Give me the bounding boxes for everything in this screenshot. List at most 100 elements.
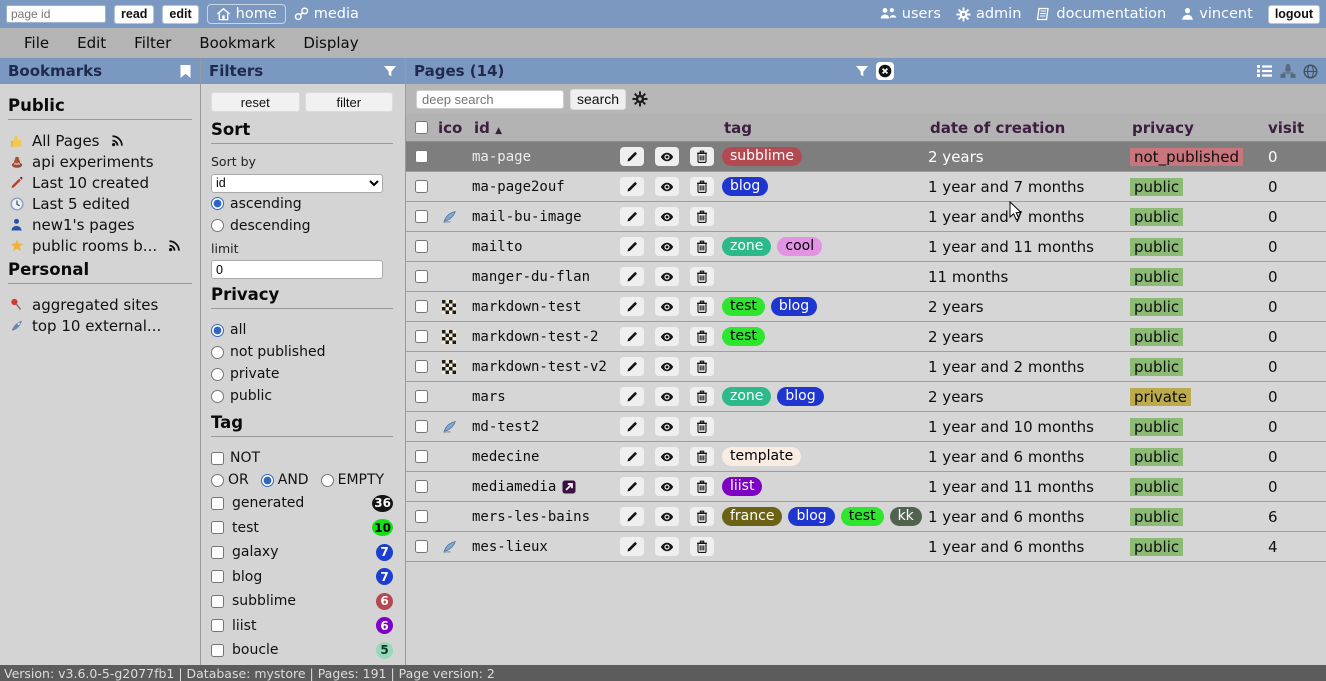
row-select-checkbox[interactable] <box>414 420 428 433</box>
page-id[interactable]: mers-les-bains <box>472 509 620 525</box>
tag-checkbox[interactable] <box>211 545 224 559</box>
tag-pill[interactable]: test <box>722 327 765 346</box>
users-link[interactable]: users <box>880 6 941 22</box>
tag-filter-galaxy[interactable]: galaxy 7 <box>211 540 393 565</box>
edit-page-button[interactable] <box>620 237 644 256</box>
tag-pill[interactable]: zone <box>722 387 772 406</box>
view-page-button[interactable] <box>655 387 679 406</box>
privacy-radio[interactable] <box>211 345 224 359</box>
pages-filter-icon[interactable] <box>855 65 869 78</box>
col-visit[interactable]: visit <box>1266 119 1326 137</box>
limit-input[interactable] <box>211 260 383 279</box>
edit-page-button[interactable] <box>620 297 644 316</box>
edit-page-button[interactable] <box>620 207 644 226</box>
tag-logic-radio[interactable] <box>260 473 274 487</box>
bookmark-item[interactable]: top 10 external... <box>8 315 192 336</box>
page-id-input[interactable] <box>6 5 106 23</box>
row-select-checkbox[interactable] <box>414 330 428 343</box>
menu-filter[interactable]: Filter <box>120 34 185 52</box>
tag-pill[interactable]: blog <box>722 177 769 196</box>
row-select-checkbox[interactable] <box>414 450 428 463</box>
page-id[interactable]: markdown-test-v2 <box>472 359 620 375</box>
privacy-radio[interactable] <box>211 389 224 403</box>
tag-filter-subblime[interactable]: subblime 6 <box>211 589 393 614</box>
clear-filter-button[interactable] <box>875 62 894 80</box>
view-page-button[interactable] <box>655 147 679 166</box>
tag-pill[interactable]: template <box>722 447 802 466</box>
tag-pill[interactable]: test <box>722 297 765 316</box>
reset-button[interactable]: reset <box>211 92 300 112</box>
edit-page-button[interactable] <box>620 477 644 496</box>
bookmark-item[interactable]: aggregated sites <box>8 294 192 315</box>
delete-page-button[interactable] <box>690 387 714 406</box>
view-page-button[interactable] <box>655 477 679 496</box>
bookmark-item[interactable]: Last 5 edited <box>8 193 192 214</box>
sort-order-radio[interactable] <box>211 197 224 210</box>
view-page-button[interactable] <box>655 357 679 376</box>
edit-page-button[interactable] <box>620 357 644 376</box>
delete-page-button[interactable] <box>690 477 714 496</box>
privacy-option-public[interactable]: public <box>211 385 393 407</box>
page-id[interactable]: mars <box>472 389 620 405</box>
edit-page-button[interactable] <box>620 327 644 346</box>
bookmark-item[interactable]: Last 10 created <box>8 172 192 193</box>
rss-icon[interactable] <box>168 239 181 252</box>
sort-by-select[interactable]: id <box>211 173 383 193</box>
tag-filter-boucle[interactable]: boucle 5 <box>211 638 393 663</box>
list-view-icon[interactable] <box>1256 64 1273 78</box>
row-select-checkbox[interactable] <box>414 180 428 193</box>
sort-order-descending[interactable]: descending <box>211 215 393 237</box>
tag-pill[interactable]: test <box>840 507 884 526</box>
delete-page-button[interactable] <box>690 207 714 226</box>
delete-page-button[interactable] <box>690 177 714 196</box>
tag-pill[interactable]: subblime <box>722 147 802 166</box>
tag-checkbox[interactable] <box>211 521 224 535</box>
view-page-button[interactable] <box>655 207 679 226</box>
bookmark-item[interactable]: new1's pages <box>8 214 192 235</box>
tag-checkbox[interactable] <box>211 496 224 510</box>
row-select-checkbox[interactable] <box>414 240 428 253</box>
privacy-radio[interactable] <box>211 323 224 337</box>
edit-page-button[interactable] <box>620 267 644 286</box>
tag-pill[interactable]: blog <box>777 387 824 406</box>
tag-pill[interactable]: liist <box>722 477 763 496</box>
page-id[interactable]: manger-du-flan <box>472 269 620 285</box>
tag-logic-empty[interactable]: EMPTY <box>320 472 384 488</box>
read-button[interactable]: read <box>114 4 155 24</box>
tag-pill[interactable]: kk <box>889 507 922 526</box>
page-id[interactable]: markdown-test <box>472 299 620 315</box>
sort-order-radio[interactable] <box>211 219 224 232</box>
tag-filter-generated[interactable]: generated 36 <box>211 491 393 516</box>
tag-checkbox[interactable] <box>211 570 224 584</box>
page-id[interactable]: mail-bu-image <box>472 209 620 225</box>
view-page-button[interactable] <box>655 177 679 196</box>
page-id[interactable]: md-test2 <box>472 419 620 435</box>
documentation-link[interactable]: documentation <box>1036 6 1166 22</box>
search-settings-gear-icon[interactable] <box>632 91 648 107</box>
admin-link[interactable]: admin <box>956 6 1021 22</box>
view-page-button[interactable] <box>655 297 679 316</box>
edit-page-button[interactable] <box>620 447 644 466</box>
external-link-icon[interactable] <box>562 480 576 494</box>
col-id[interactable]: id ▲ <box>472 119 722 137</box>
delete-page-button[interactable] <box>690 267 714 286</box>
edit-page-button[interactable] <box>620 417 644 436</box>
tag-logic-radio[interactable] <box>211 473 224 487</box>
page-id[interactable]: mes-lieux <box>472 539 620 555</box>
tag-pill[interactable]: blog <box>788 507 835 526</box>
bookmark-icon[interactable] <box>179 64 192 79</box>
row-select-checkbox[interactable] <box>414 210 428 223</box>
bookmark-item[interactable]: api experiments <box>8 151 192 172</box>
page-id[interactable]: ma-page2ouf <box>472 179 620 195</box>
edit-button[interactable]: edit <box>162 4 199 24</box>
col-date[interactable]: date of creation <box>928 119 1130 137</box>
privacy-option-not-published[interactable]: not published <box>211 341 393 363</box>
view-page-button[interactable] <box>655 537 679 556</box>
delete-page-button[interactable] <box>690 147 714 166</box>
menu-display[interactable]: Display <box>289 34 372 52</box>
tag-pill[interactable]: cool <box>777 237 823 256</box>
row-select-checkbox[interactable] <box>414 150 428 163</box>
rss-icon[interactable] <box>111 134 124 147</box>
media-link[interactable]: media <box>294 6 359 22</box>
delete-page-button[interactable] <box>690 297 714 316</box>
